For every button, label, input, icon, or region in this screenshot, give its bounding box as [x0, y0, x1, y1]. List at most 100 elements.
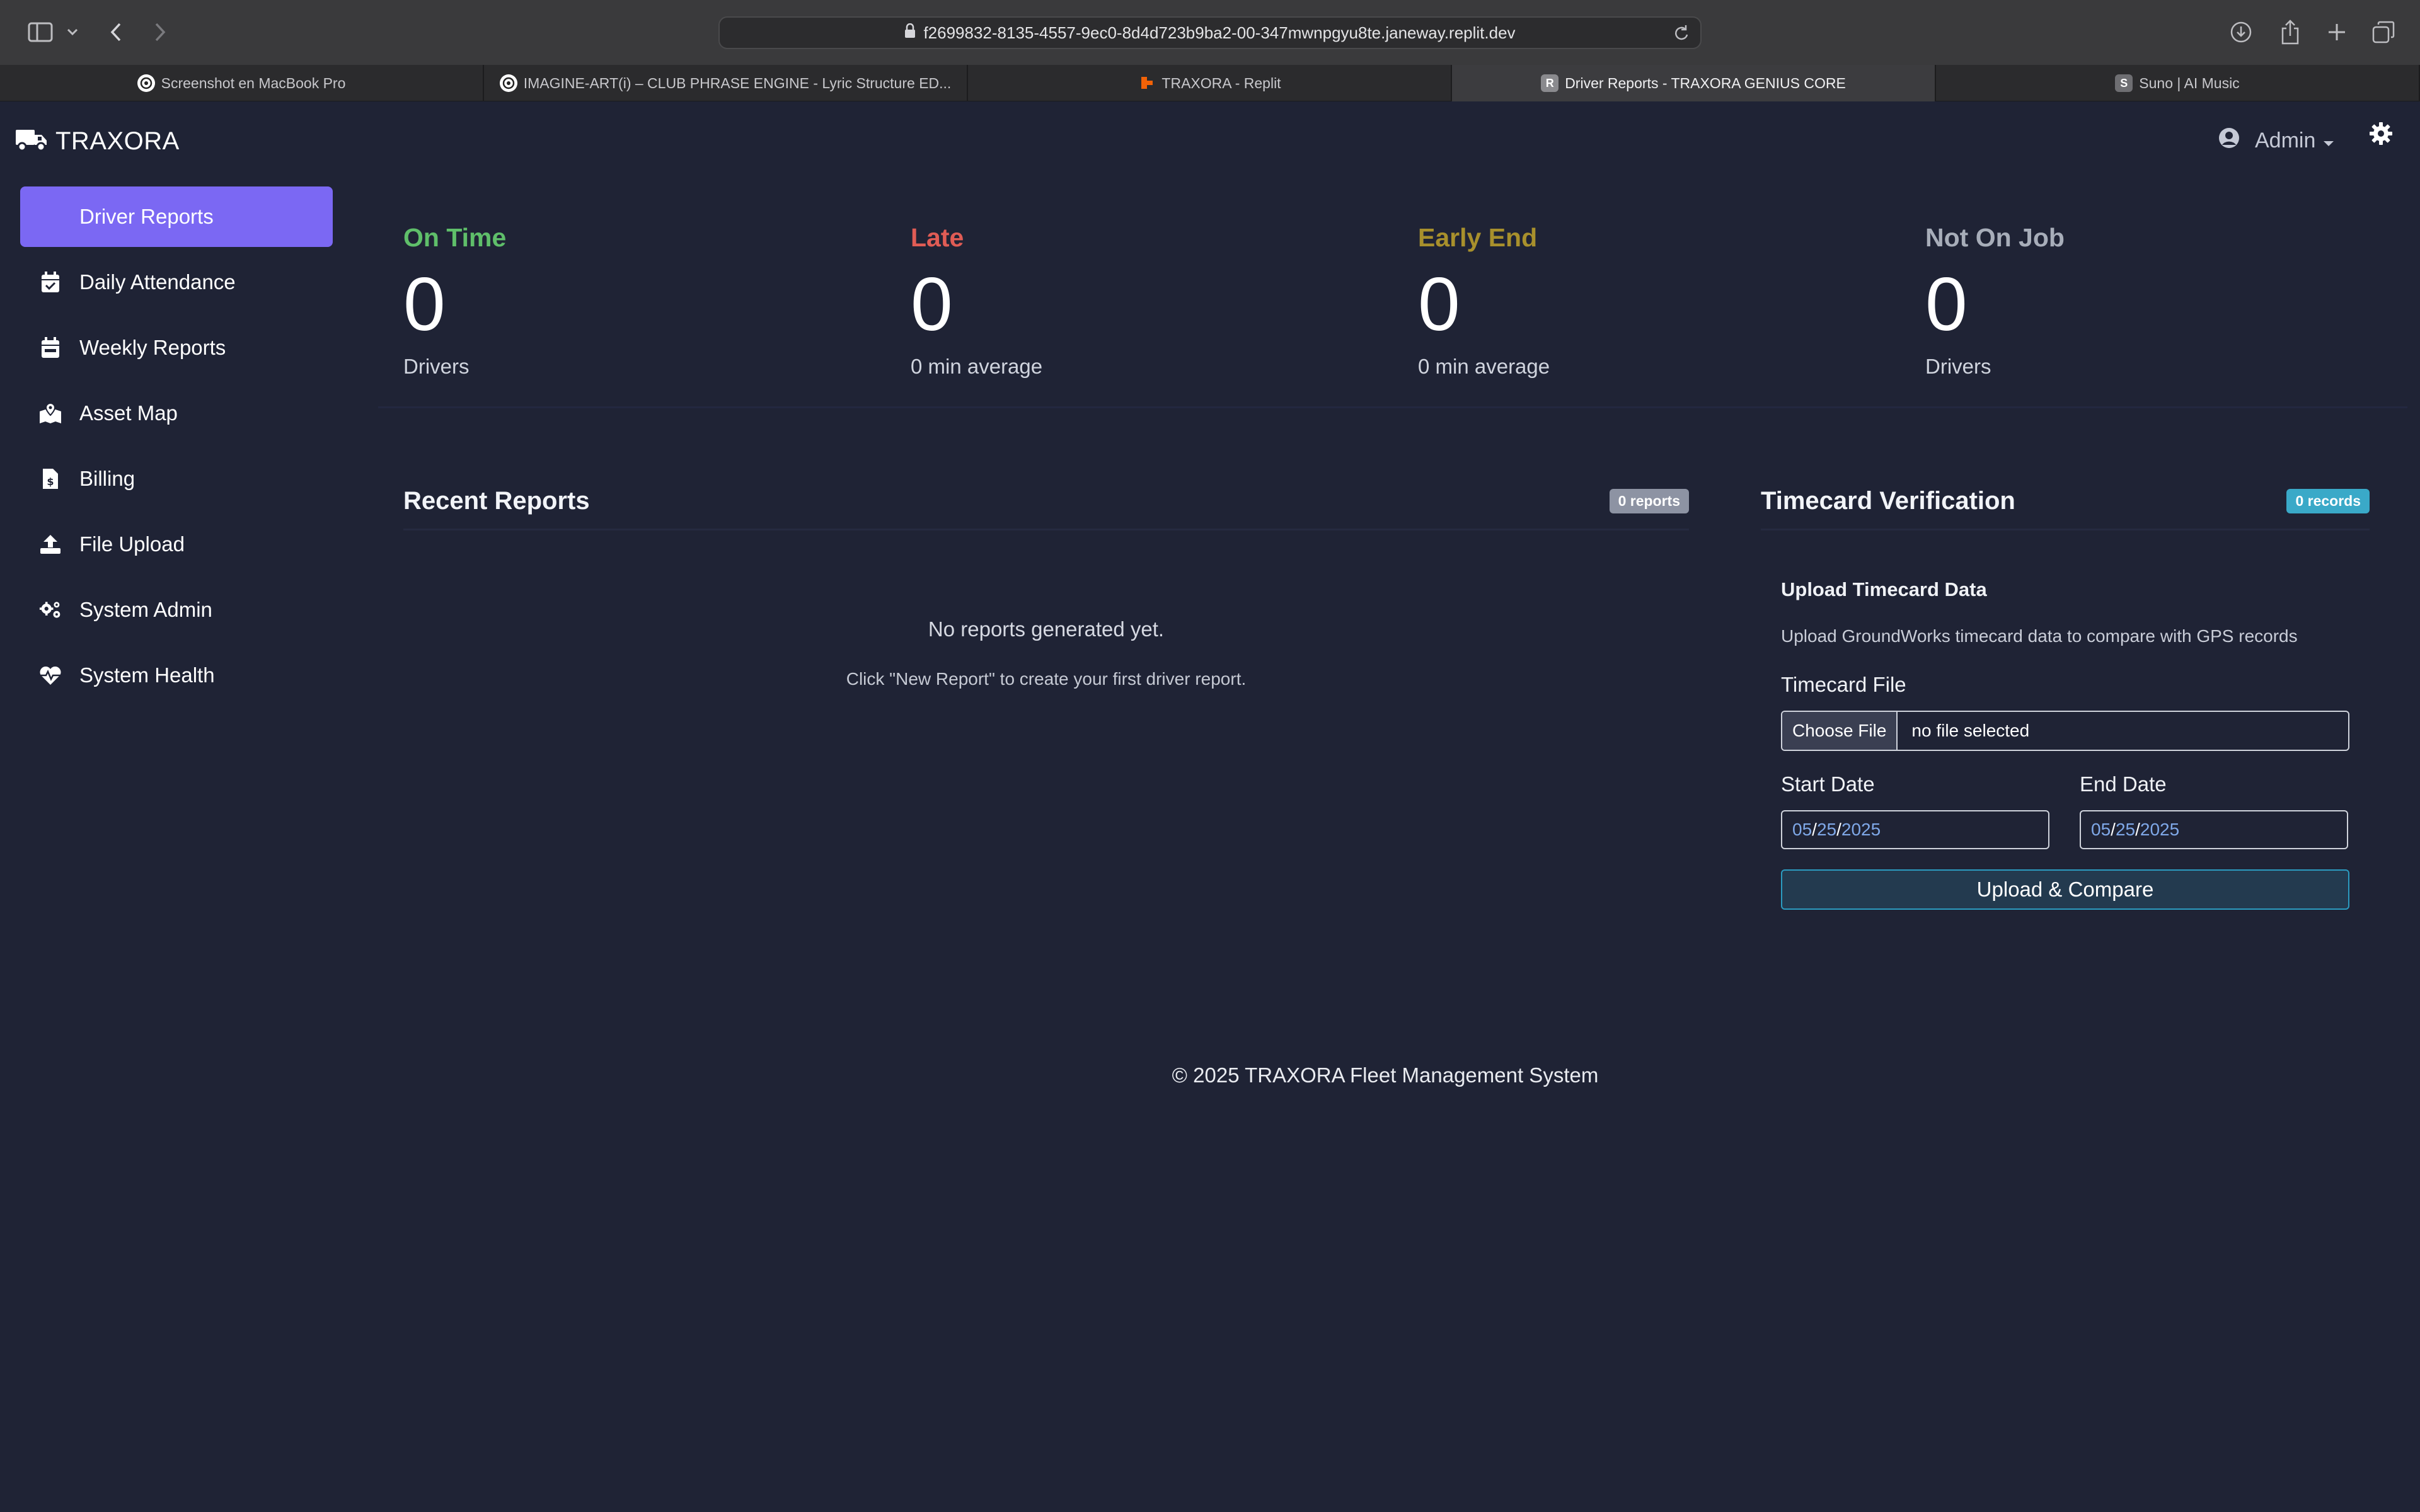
tab-label: Screenshot en MacBook Pro [161, 74, 346, 91]
letter-s-icon: S [2115, 74, 2133, 92]
recent-reports-header: Recent Reports 0 reports [403, 474, 1689, 530]
cogs-icon [39, 598, 62, 621]
tab-label: Driver Reports - TRAXORA GENIUS CORE [1565, 74, 1846, 91]
sidebar-item-label: Billing [79, 467, 135, 490]
sidebar-item-label: Driver Reports [79, 205, 214, 228]
empty-state-title: No reports generated yet. [928, 617, 1165, 641]
sidebar-item-label: Asset Map [79, 401, 178, 425]
sidebar-toggle-icon[interactable] [25, 18, 55, 47]
end-date-label: End Date [2080, 772, 2167, 796]
url-text: f2699832-8135-4557-9ec0-8d4d723b9ba2-00-… [923, 23, 1516, 42]
choose-file-button[interactable]: Choose File [1782, 712, 1898, 750]
date-day[interactable]: 25 [2116, 820, 2135, 840]
svg-text:$: $ [47, 476, 54, 488]
browser-tab[interactable]: TRAXORA - Replit [968, 65, 1452, 101]
date-year[interactable]: 2025 [2140, 820, 2179, 840]
user-menu-label: Admin [2255, 129, 2316, 152]
heartbeat-icon [39, 664, 62, 687]
stats-row: On Time 0 Drivers Late 0 0 min average E… [378, 200, 2407, 408]
stat-subtitle: 0 min average [911, 355, 1043, 378]
stat-title: Early End [1418, 223, 1538, 252]
stat-value: 0 [911, 262, 953, 346]
file-status: no file selected [1911, 721, 2030, 740]
stat-subtitle: Drivers [403, 355, 470, 378]
records-count-badge: 0 records [2286, 489, 2370, 513]
map-marked-icon [39, 402, 62, 425]
browser-tab-active[interactable]: R Driver Reports - TRAXORA GENIUS CORE [1452, 65, 1936, 101]
stat-subtitle: Drivers [1925, 355, 1991, 378]
footer-copyright: © 2025 TRAXORA Fleet Management System [1172, 1063, 1599, 1087]
sidebar-item-asset-map[interactable]: Asset Map [20, 383, 333, 444]
tab-label: IMAGINE-ART(i) – CLUB PHRASE ENGINE - Ly… [523, 74, 952, 91]
upload-compare-button[interactable]: Upload & Compare [1781, 869, 2349, 910]
timecard-file-input[interactable]: Choose File no file selected [1781, 711, 2349, 751]
sidebar-item-driver-reports[interactable]: Driver Reports [20, 186, 333, 247]
reload-icon[interactable] [1673, 24, 1690, 47]
upload-section-title: Upload Timecard Data [1781, 578, 1987, 600]
reports-count-badge: 0 reports [1609, 489, 1689, 513]
stat-title: Late [911, 223, 964, 252]
tab-label: Suno | AI Music [2139, 74, 2240, 91]
stat-card-not-on-job: Not On Job 0 Drivers [1900, 200, 2407, 408]
browser-tab[interactable]: S Suno | AI Music [1936, 65, 2420, 101]
sidebar-nav: Driver Reports Daily Attendance Weekly R… [20, 186, 333, 711]
forward-icon[interactable] [149, 18, 171, 47]
start-date-label: Start Date [1781, 772, 1875, 796]
tab-overview-icon[interactable] [2370, 18, 2397, 47]
stat-title: Not On Job [1925, 223, 2065, 252]
brand-logo[interactable]: TRAXORA [15, 127, 180, 156]
browser-toolbar: f2699832-8135-4557-9ec0-8d4d723b9ba2-00-… [0, 0, 2420, 65]
tab-label: TRAXORA - Replit [1161, 74, 1281, 91]
stat-value: 0 [1418, 262, 1460, 346]
upload-description: Upload GroundWorks timecard data to comp… [1781, 626, 2298, 646]
download-icon[interactable] [2227, 18, 2255, 47]
browser-tab[interactable]: Screenshot en MacBook Pro [0, 65, 484, 101]
timecard-file-label: Timecard File [1781, 673, 1906, 696]
sidebar-item-billing[interactable]: $ Billing [20, 449, 333, 509]
stat-subtitle: 0 min average [1418, 355, 1550, 378]
share-icon[interactable] [2276, 18, 2304, 47]
sidebar-item-system-admin[interactable]: System Admin [20, 580, 333, 640]
stat-card-early-end: Early End 0 0 min average [1393, 200, 1900, 408]
upload-icon [39, 533, 62, 556]
openai-icon [137, 74, 155, 92]
new-tab-icon[interactable] [2323, 18, 2351, 47]
stat-card-on-time: On Time 0 Drivers [378, 200, 885, 408]
recent-reports-title: Recent Reports [403, 487, 590, 515]
lock-icon [904, 23, 916, 43]
timecard-header: Timecard Verification 0 records [1761, 474, 2370, 530]
stat-value: 0 [403, 262, 446, 346]
user-menu[interactable]: Admin [2218, 127, 2334, 154]
sidebar-item-label: System Health [79, 663, 215, 687]
chevron-down-icon[interactable] [63, 18, 82, 47]
address-bar[interactable]: f2699832-8135-4557-9ec0-8d4d723b9ba2-00-… [718, 16, 1702, 49]
date-year[interactable]: 2025 [1841, 820, 1881, 840]
sidebar-item-weekly-reports[interactable]: Weekly Reports [20, 318, 333, 378]
truck-icon [15, 127, 48, 156]
invoice-dollar-icon: $ [39, 467, 62, 490]
stat-title: On Time [403, 223, 507, 252]
openai-icon [499, 74, 517, 92]
empty-state-hint: Click "New Report" to create your first … [846, 669, 1247, 689]
back-icon[interactable] [105, 18, 127, 47]
letter-r-icon: R [1541, 74, 1559, 92]
sidebar-item-daily-attendance[interactable]: Daily Attendance [20, 252, 333, 312]
date-month[interactable]: 05 [1792, 820, 1812, 840]
user-circle-icon [2218, 127, 2240, 154]
gear-icon[interactable] [2368, 121, 2394, 149]
browser-tab[interactable]: IMAGINE-ART(i) – CLUB PHRASE ENGINE - Ly… [484, 65, 968, 101]
end-date-input[interactable]: 05/25/2025 [2080, 810, 2348, 849]
sidebar-item-label: System Admin [79, 598, 212, 621]
sidebar-item-system-health[interactable]: System Health [20, 645, 333, 706]
browser-tab-bar: Screenshot en MacBook Pro IMAGINE-ART(i)… [0, 65, 2420, 101]
start-date-input[interactable]: 05/25/2025 [1781, 810, 2049, 849]
caret-down-icon [2323, 129, 2334, 153]
stat-card-late: Late 0 0 min average [885, 200, 1393, 408]
sidebar-item-label: Daily Attendance [79, 270, 236, 294]
sidebar-item-label: Weekly Reports [79, 336, 226, 359]
brand-name: TRAXORA [55, 127, 180, 155]
sidebar-item-file-upload[interactable]: File Upload [20, 514, 333, 575]
timecard-title: Timecard Verification [1761, 487, 2015, 515]
date-day[interactable]: 25 [1817, 820, 1836, 840]
date-month[interactable]: 05 [2091, 820, 2111, 840]
